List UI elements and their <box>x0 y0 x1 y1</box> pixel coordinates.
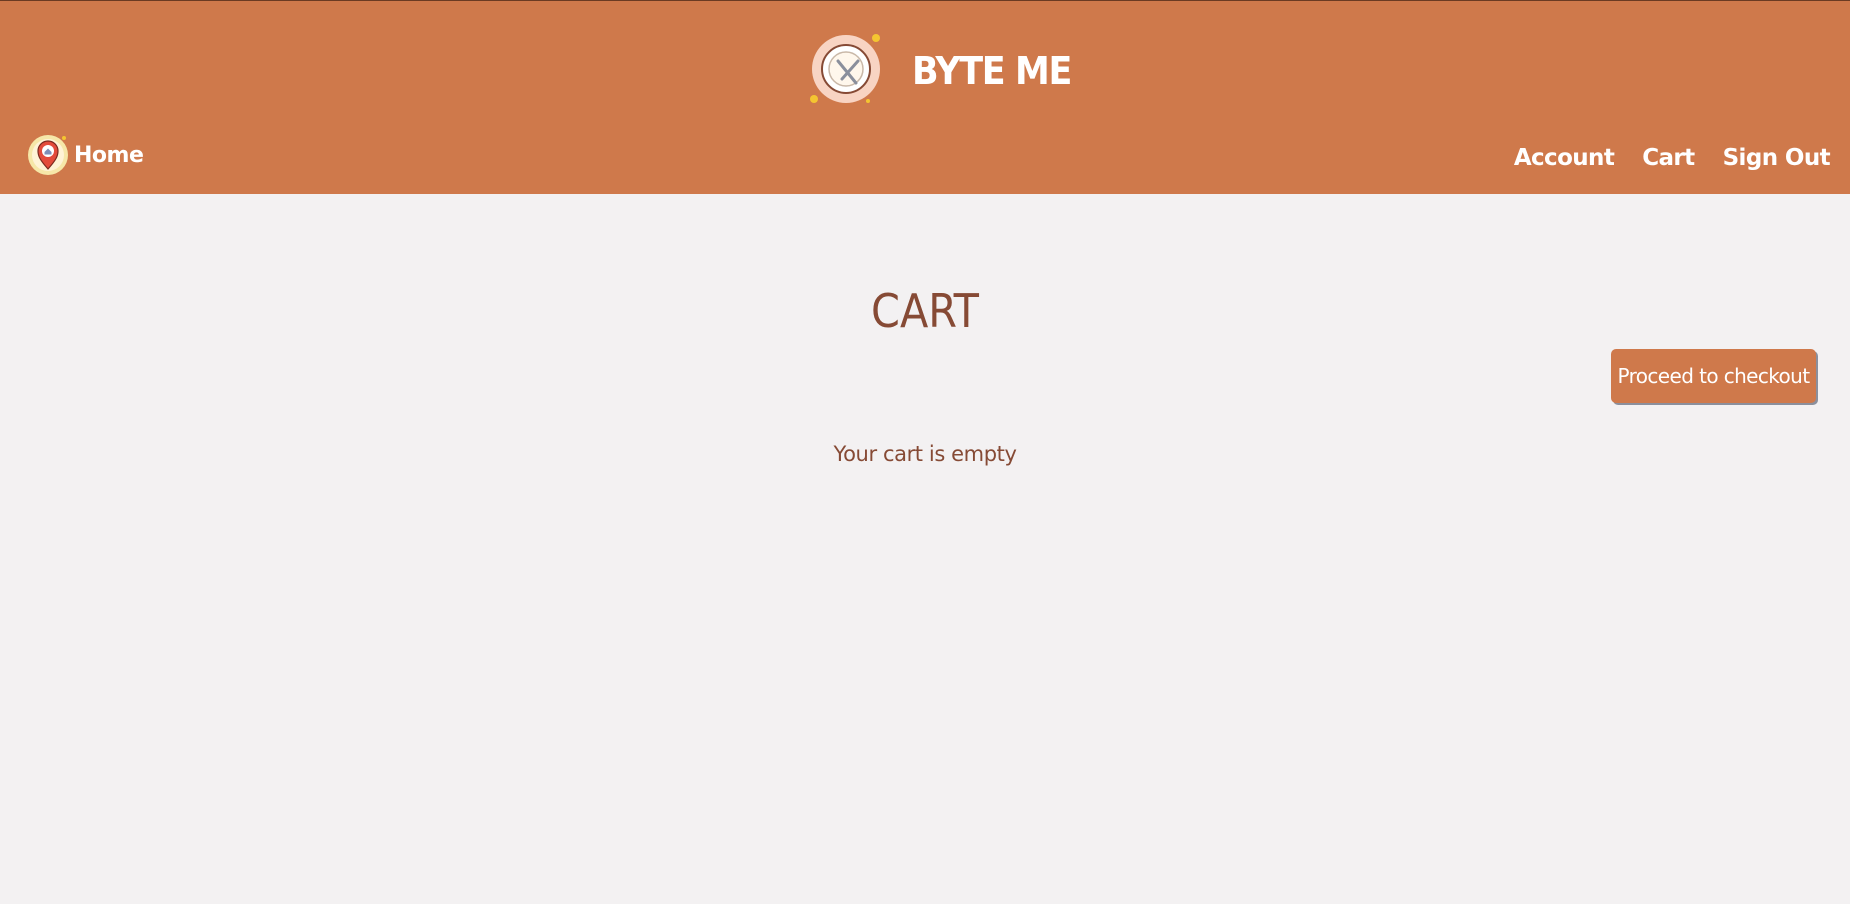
plate-fork-knife-icon <box>810 34 880 103</box>
header-nav: Account Cart Sign Out <box>1514 145 1831 171</box>
nav-account-link[interactable]: Account <box>1514 145 1615 171</box>
site-header: BYTE ME Home Account Cart Sign Out <box>0 0 1850 194</box>
empty-cart-message: Your cart is empty <box>833 442 1017 466</box>
home-label: Home <box>74 142 144 168</box>
brand[interactable]: BYTE ME <box>806 31 1085 111</box>
page-title: CART <box>871 284 979 338</box>
home-link[interactable]: Home <box>26 133 144 177</box>
location-pin-home-icon <box>28 135 68 175</box>
brand-name: BYTE ME <box>912 49 1072 93</box>
nav-cart-link[interactable]: Cart <box>1642 145 1695 171</box>
nav-sign-out-link[interactable]: Sign Out <box>1723 145 1831 171</box>
proceed-to-checkout-button[interactable]: Proceed to checkout <box>1611 349 1816 403</box>
